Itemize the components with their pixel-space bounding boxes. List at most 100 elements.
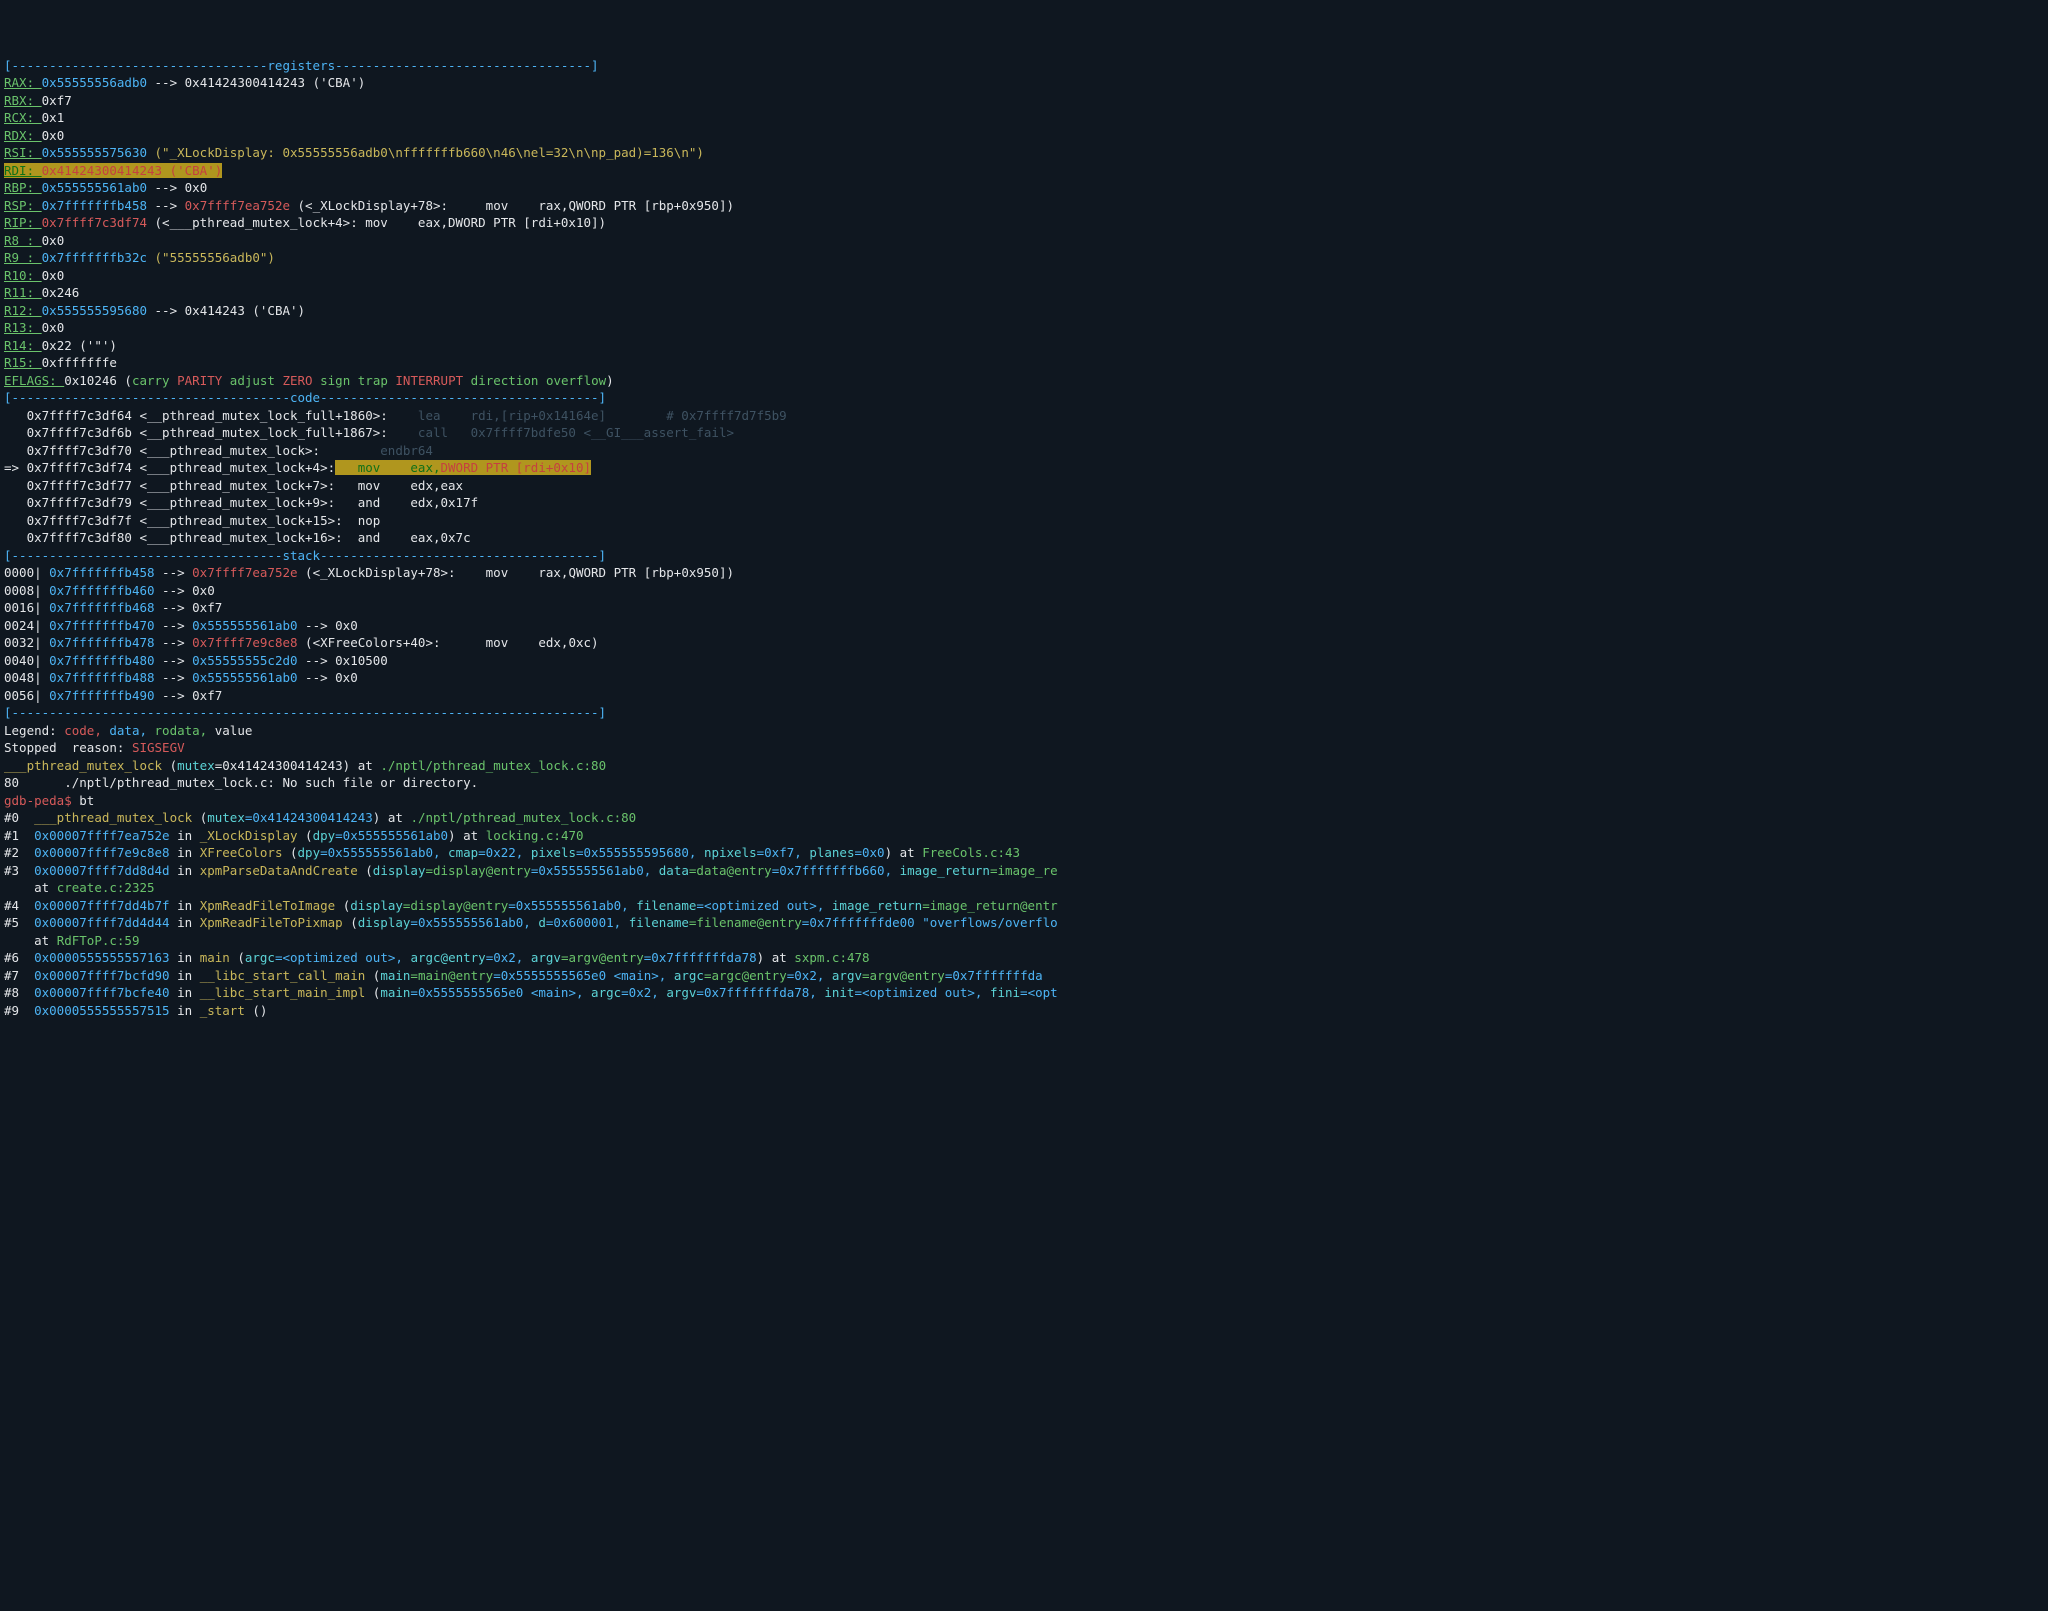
backtrace-at: at RdFToP.c:59 — [4, 932, 2044, 950]
stack-addr: 0x7fffffffb480 — [49, 653, 154, 668]
arrow-icon: --> — [155, 583, 193, 598]
code-line: 0x7ffff7c3df77 <___pthread_mutex_lock+7>… — [4, 477, 2044, 495]
stack-offset: 0000| — [4, 565, 49, 580]
arg-key: fini — [990, 985, 1020, 1000]
reg-rest: 0x41424300414243 ('CBA') — [185, 75, 366, 90]
arg-key: pixels — [531, 845, 576, 860]
arg-key: display — [373, 863, 426, 878]
stack-line: 0000| 0x7fffffffb458 --> 0x7ffff7ea752e … — [4, 564, 2044, 582]
backtrace-frame: #2 0x00007ffff7e9c8e8 in XFreeColors (dp… — [4, 844, 2044, 862]
frame-fn: __libc_start_main_impl — [200, 985, 373, 1000]
reg-value: 0x1 — [42, 110, 65, 125]
frame-fn: XpmReadFileToImage — [200, 898, 343, 913]
backtrace-frame: #9 0x0000555555557515 in _start () — [4, 1002, 2044, 1020]
reg-name: RIP: — [4, 215, 42, 230]
arg-val: =0xf7, — [757, 845, 810, 860]
code-addr-current: => 0x7ffff7c3df74 <___pthread_mutex_lock… — [4, 460, 335, 475]
code-line: 0x7ffff7c3df6b <__pthread_mutex_lock_ful… — [4, 424, 2044, 442]
register-line: RCX: 0x1 — [4, 109, 2044, 127]
arrow-icon: --> — [155, 688, 193, 703]
gdb-command[interactable]: bt — [79, 793, 94, 808]
frame-addr: 0x00007ffff7bcfd90 — [34, 968, 169, 983]
reg-deref: 0x7ffff7ea752e — [185, 198, 290, 213]
arg-key: dpy — [313, 828, 336, 843]
section-dash-left: [---------------------------------- — [4, 58, 267, 73]
reg-rest: (<___pthread_mutex_lock+4>: mov eax,DWOR… — [147, 215, 606, 230]
reg-rest: (<_XLockDisplay+78>: mov rax,QWORD PTR [… — [290, 198, 734, 213]
reg-name: RDX: — [4, 128, 42, 143]
code-instr: and eax,0x7c — [343, 530, 471, 545]
code-line: 0x7ffff7c3df80 <___pthread_mutex_lock+16… — [4, 529, 2044, 547]
frame-num: #1 — [4, 828, 34, 843]
backtrace-frame: #0 ___pthread_mutex_lock (mutex=0x414243… — [4, 809, 2044, 827]
frame-fn: main — [200, 950, 238, 965]
arg-key: planes — [809, 845, 854, 860]
section-title-code: code — [290, 390, 320, 405]
reg-value: 0x555555575630 — [42, 145, 147, 160]
arg-entry: =argv@entry — [862, 968, 945, 983]
reg-value: 0x22 ('"') — [42, 338, 117, 353]
reg-name-eflags: EFLAGS: — [4, 373, 64, 388]
register-line: RSI: 0x555555575630 ("_XLockDisplay: 0x5… — [4, 144, 2044, 162]
reg-name: RBP: — [4, 180, 42, 195]
arg-key: argv — [531, 950, 561, 965]
gdb-prompt[interactable]: gdb-peda$ — [4, 793, 79, 808]
register-line: R12: 0x555555595680 --> 0x414243 ('CBA') — [4, 302, 2044, 320]
arg-val: =0x5555555565e0 <main>, — [410, 985, 591, 1000]
frame-path: sxpm.c:478 — [794, 950, 869, 965]
reg-name: R10: — [4, 268, 42, 283]
arg-key: argv — [832, 968, 862, 983]
arrow-icon: --> — [155, 600, 193, 615]
arg-entry: =argc@entry — [704, 968, 787, 983]
arg-key: mutex — [177, 758, 215, 773]
frame-fn: xpmParseDataAndCreate — [200, 863, 366, 878]
reg-name: R13: — [4, 320, 42, 335]
frame-addr: 0x0000555555557515 — [34, 1003, 169, 1018]
arg-key: npixels — [704, 845, 757, 860]
code-line: 0x7ffff7c3df7f <___pthread_mutex_lock+15… — [4, 512, 2044, 530]
stopped-reason: SIGSEGV — [132, 740, 185, 755]
code-line: 0x7ffff7c3df64 <__pthread_mutex_lock_ful… — [4, 407, 2044, 425]
at-indent: at — [4, 933, 57, 948]
code-addr: 0x7ffff7c3df79 <___pthread_mutex_lock+9>… — [4, 495, 335, 510]
arg-key: mutex — [207, 810, 245, 825]
code-instr: and edx,0x17f — [335, 495, 478, 510]
stack-rest: 0x0 — [335, 618, 358, 633]
peda-terminal: [----------------------------------regis… — [4, 57, 2044, 1020]
register-line: RSP: 0x7fffffffb458 --> 0x7ffff7ea752e (… — [4, 197, 2044, 215]
arg-val: =<optimized out>, — [696, 898, 831, 913]
arg-entry: =image_return@entr — [922, 898, 1057, 913]
register-line: R8 : 0x0 — [4, 232, 2044, 250]
arg-val: =0x41424300414243 — [245, 810, 373, 825]
reg-name: RBX: — [4, 93, 42, 108]
error-line: 80 ./nptl/pthread_mutex_lock.c: No such … — [4, 774, 2044, 792]
frame-num: #5 — [4, 915, 34, 930]
arrow-icon: --> — [298, 670, 336, 685]
backtrace-at: at create.c:2325 — [4, 879, 2044, 897]
frame-fn: _start — [200, 1003, 253, 1018]
section-dash-right: ----------------------------------] — [335, 58, 598, 73]
arrow-icon: --> — [155, 653, 193, 668]
frame-num: #0 — [4, 810, 34, 825]
arg-val: =<opt — [1020, 985, 1058, 1000]
code-instr: nop — [343, 513, 381, 528]
reg-value: 0x55555556adb0 — [42, 75, 147, 90]
arg-val: =0x22, — [478, 845, 531, 860]
arg-key: argc@entry — [410, 950, 485, 965]
frame-num: #4 — [4, 898, 34, 913]
reg-name: R12: — [4, 303, 42, 318]
arrow-icon: --> — [147, 75, 185, 90]
stack-deref: 0x7ffff7ea752e — [192, 565, 297, 580]
stack-addr: 0x7fffffffb468 — [49, 600, 154, 615]
stack-line: 0056| 0x7fffffffb490 --> 0xf7 — [4, 687, 2044, 705]
arrow-icon: --> — [298, 618, 336, 633]
arrow-icon: --> — [155, 618, 193, 633]
reg-name: RCX: — [4, 110, 42, 125]
arg-key: data — [659, 863, 689, 878]
code-addr: 0x7ffff7c3df80 <___pthread_mutex_lock+16… — [4, 530, 343, 545]
legend-rodata: rodata, — [155, 723, 215, 738]
register-line: RBP: 0x555555561ab0 --> 0x0 — [4, 179, 2044, 197]
gdb-prompt-line: gdb-peda$ bt — [4, 792, 2044, 810]
arg-val: =0x5555555565e0 <main>, — [493, 968, 674, 983]
stack-line: 0032| 0x7fffffffb478 --> 0x7ffff7e9c8e8 … — [4, 634, 2044, 652]
